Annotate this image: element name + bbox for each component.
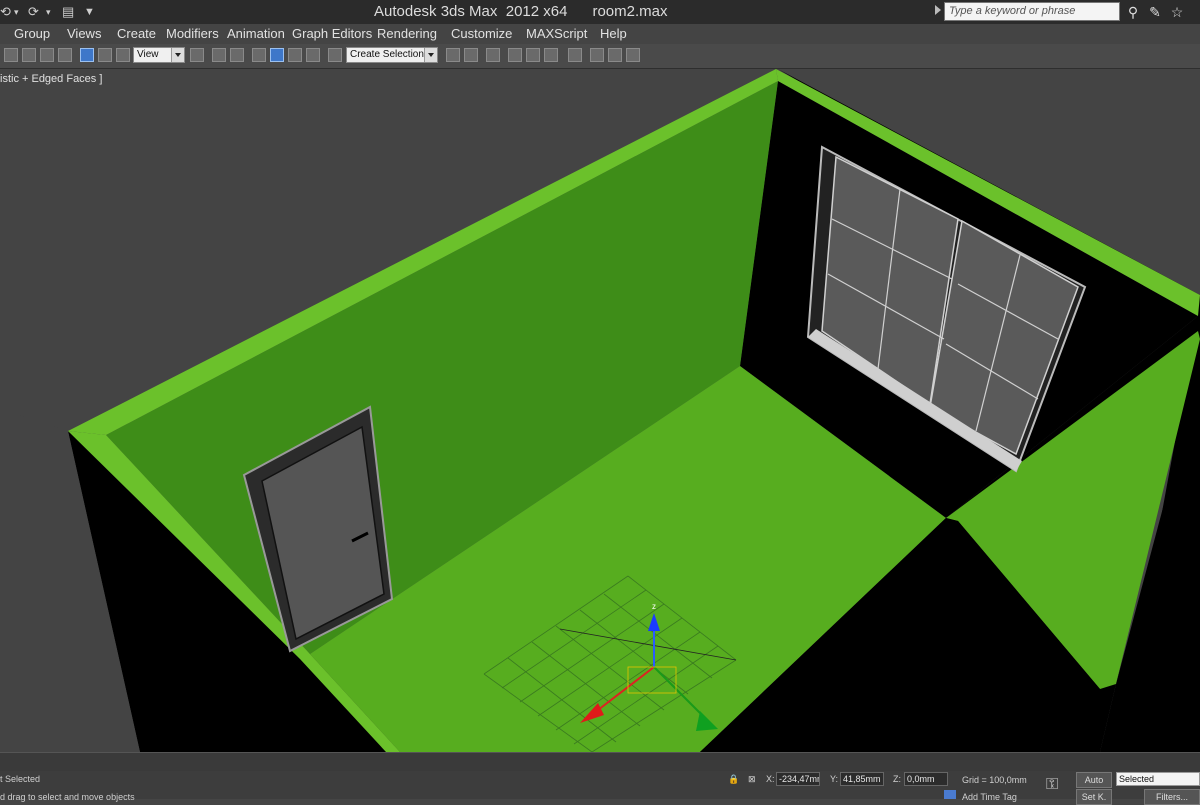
rect-selection-icon[interactable] bbox=[40, 48, 54, 62]
menu-maxscript[interactable]: MAXScript bbox=[526, 26, 587, 41]
percent-snap-icon[interactable] bbox=[288, 48, 302, 62]
add-time-tag[interactable]: Add Time Tag bbox=[962, 792, 1017, 802]
window-crossing-icon[interactable] bbox=[58, 48, 72, 62]
graphite-toolbar-icon[interactable] bbox=[508, 48, 522, 62]
window-title: Autodesk 3ds Max 2012 x64 room2.max bbox=[374, 3, 668, 20]
select-scale-icon[interactable] bbox=[116, 48, 130, 62]
select-rotate-icon[interactable] bbox=[98, 48, 112, 62]
z-coord-field[interactable]: 0,0mm bbox=[904, 772, 948, 786]
menu-customize[interactable]: Customize bbox=[451, 26, 512, 41]
quick-access-menu-icon[interactable]: ▼ bbox=[84, 3, 95, 21]
prompt-line: d drag to select and move objects bbox=[0, 792, 135, 802]
menu-rendering[interactable]: Rendering bbox=[377, 26, 437, 41]
lock-selection-icon[interactable]: 🔒 bbox=[728, 774, 739, 785]
select-object-icon[interactable] bbox=[22, 48, 36, 62]
menu-group[interactable]: Group bbox=[14, 26, 50, 41]
absolute-mode-icon[interactable]: ⊠ bbox=[748, 774, 756, 785]
menu-graph-editors[interactable]: Graph Editors bbox=[292, 26, 372, 41]
search-placeholder: Type a keyword or phrase bbox=[949, 5, 1076, 17]
schematic-view-icon[interactable] bbox=[544, 48, 558, 62]
status-bar: t Selected d drag to select and move obj… bbox=[0, 752, 1200, 805]
angle-snap-icon[interactable] bbox=[270, 48, 284, 62]
key-icon[interactable]: ⚿ bbox=[1046, 776, 1058, 794]
reference-coord-value: View bbox=[137, 49, 159, 60]
render-setup-icon[interactable] bbox=[590, 48, 604, 62]
menu-modifiers[interactable]: Modifiers bbox=[166, 26, 219, 41]
curve-editor-icon[interactable] bbox=[526, 48, 540, 62]
y-coord-field[interactable]: 41,85mm bbox=[840, 772, 884, 786]
perspective-viewport[interactable]: istic + Edged Faces ] z bbox=[0, 69, 1200, 752]
mirror-icon[interactable] bbox=[446, 48, 460, 62]
x-coord-field[interactable]: -234,47mm bbox=[776, 772, 820, 786]
wrench-icon[interactable]: ✎ bbox=[1146, 3, 1164, 21]
material-editor-icon[interactable] bbox=[568, 48, 582, 62]
room-scene: z bbox=[0, 69, 1200, 752]
select-link-icon[interactable] bbox=[4, 48, 18, 62]
grid-spacing: Grid = 100,0mm bbox=[962, 775, 1027, 785]
key-selection-select[interactable]: Selected bbox=[1116, 772, 1200, 786]
star-icon[interactable]: ☆ bbox=[1168, 3, 1186, 21]
main-toolbar: View Create Selection Se bbox=[0, 44, 1200, 69]
x-coord-label: X: bbox=[766, 774, 775, 784]
snaps-toggle-icon[interactable] bbox=[252, 48, 266, 62]
menu-help[interactable]: Help bbox=[600, 26, 627, 41]
chevron-down-icon bbox=[424, 48, 437, 62]
redo-dropdown-icon[interactable]: ▾ bbox=[46, 3, 51, 21]
undo-dropdown-icon[interactable]: ▾ bbox=[14, 3, 19, 21]
keyboard-shortcut-icon[interactable] bbox=[230, 48, 244, 62]
y-coord-label: Y: bbox=[830, 774, 839, 784]
search-input[interactable]: Type a keyword or phrase bbox=[944, 2, 1120, 21]
select-move-icon[interactable] bbox=[80, 48, 94, 62]
render-production-icon[interactable] bbox=[626, 48, 640, 62]
select-manipulate-icon[interactable] bbox=[212, 48, 226, 62]
add-time-tag-icon[interactable] bbox=[944, 790, 956, 799]
z-coord-label: Z: bbox=[893, 774, 901, 784]
menu-animation[interactable]: Animation bbox=[227, 26, 285, 41]
spinner-snap-icon[interactable] bbox=[306, 48, 320, 62]
binoculars-icon[interactable]: ⚲ bbox=[1124, 3, 1142, 21]
menu-bar: Group Views Create Modifiers Animation G… bbox=[0, 24, 1200, 45]
menu-views[interactable]: Views bbox=[67, 26, 101, 41]
set-key-button[interactable]: Set K. bbox=[1076, 789, 1112, 805]
time-slider-track[interactable] bbox=[0, 752, 1200, 771]
selection-status: t Selected bbox=[0, 774, 41, 784]
project-folder-icon[interactable]: ▤ bbox=[62, 3, 74, 21]
title-bar: ⟲ ▾ ⟳ ▾ ▤ ▼ Autodesk 3ds Max 2012 x64 ro… bbox=[0, 0, 1200, 24]
search-expand-icon[interactable] bbox=[935, 5, 941, 15]
reference-coord-select[interactable]: View bbox=[133, 47, 185, 63]
rendered-frame-icon[interactable] bbox=[608, 48, 622, 62]
edit-named-selection-icon[interactable] bbox=[328, 48, 342, 62]
align-icon[interactable] bbox=[464, 48, 478, 62]
auto-key-button[interactable]: Auto bbox=[1076, 772, 1112, 788]
named-selection-select[interactable]: Create Selection Se bbox=[346, 47, 438, 63]
pivot-center-icon[interactable] bbox=[190, 48, 204, 62]
filters-button[interactable]: Filters... bbox=[1144, 789, 1200, 805]
z-axis-label: z bbox=[652, 602, 656, 611]
chevron-down-icon bbox=[171, 48, 184, 62]
redo-icon[interactable]: ⟳ bbox=[28, 3, 39, 21]
menu-create[interactable]: Create bbox=[117, 26, 156, 41]
layer-manager-icon[interactable] bbox=[486, 48, 500, 62]
undo-icon[interactable]: ⟲ bbox=[0, 3, 11, 21]
